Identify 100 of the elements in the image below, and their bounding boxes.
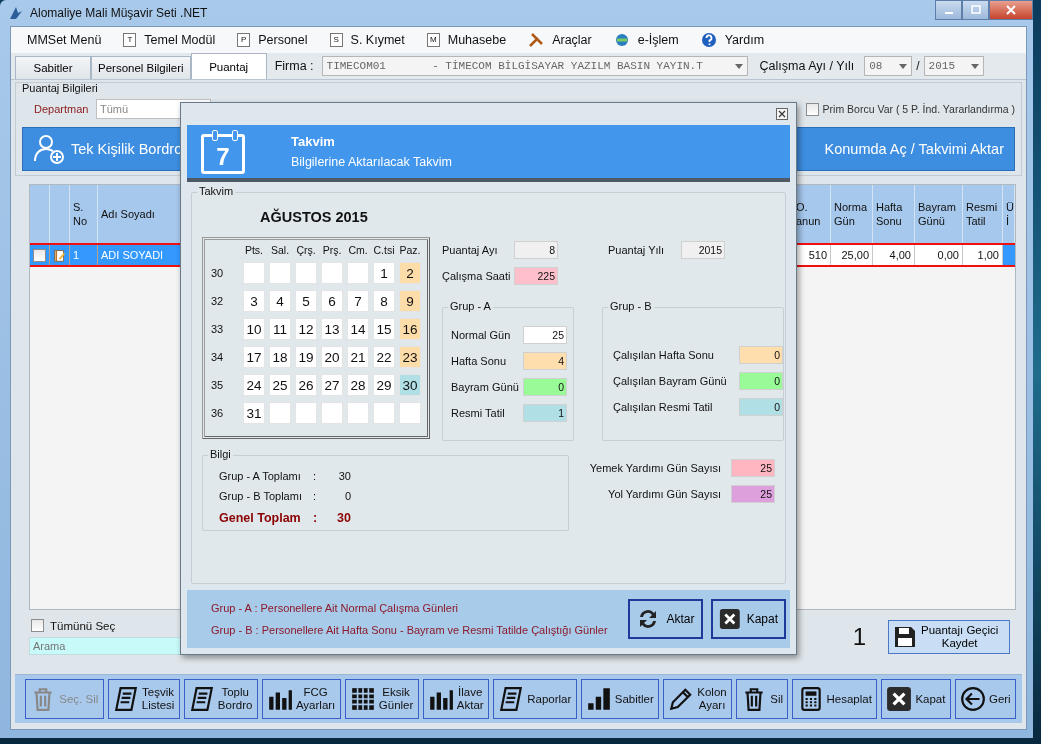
menu-item[interactable]: Personel xyxy=(258,33,308,47)
calendar-day[interactable]: 9 xyxy=(399,290,421,313)
calendar-day[interactable]: 30 xyxy=(399,374,421,397)
minimize-button[interactable] xyxy=(935,0,962,20)
calendar-day[interactable]: 15 xyxy=(373,318,395,341)
tab[interactable]: Puantaj xyxy=(190,53,267,79)
maximize-button[interactable] xyxy=(962,0,989,20)
close-icon[interactable] xyxy=(776,107,788,120)
calendar-day[interactable]: 31 xyxy=(243,402,265,425)
value-field[interactable]: 0 xyxy=(739,372,783,391)
calendar-day[interactable]: 29 xyxy=(373,374,395,397)
calendar-day[interactable]: 11 xyxy=(269,318,291,341)
blank-day[interactable] xyxy=(347,402,369,425)
group-title: Takvim xyxy=(197,185,236,198)
toolbar-button[interactable]: Toplu Bordro xyxy=(183,679,258,719)
blank-day[interactable] xyxy=(295,262,317,285)
blank-day[interactable] xyxy=(399,402,421,425)
tab[interactable]: Sabitler xyxy=(15,56,91,79)
menu-item[interactable]: Muhasebe xyxy=(447,33,507,47)
calendar-day[interactable]: 21 xyxy=(347,346,369,369)
calendar-day[interactable]: 14 xyxy=(347,318,369,341)
separator-text: / xyxy=(916,59,920,73)
calendar-day[interactable]: 7 xyxy=(347,290,369,313)
prim-label: Prim Borcu Var ( 5 P. İnd. Yararlandırma ) xyxy=(822,103,1015,115)
toolbar-button[interactable]: Hesaplat xyxy=(792,679,878,719)
toolbar-button[interactable]: Kapat xyxy=(881,679,951,719)
menu-item[interactable]: e-İşlem xyxy=(637,33,679,47)
blank-day[interactable] xyxy=(269,402,291,425)
value-field[interactable]: 0 xyxy=(523,378,567,397)
firma-label: Firma : xyxy=(274,59,314,73)
toolbar-button[interactable]: Geri xyxy=(954,679,1016,719)
menu-item[interactable]: Araçlar xyxy=(552,33,592,47)
toolbar-button[interactable]: Teşvik Listesi xyxy=(107,679,180,719)
dialog-button[interactable]: Kapat xyxy=(711,599,786,640)
calendar-day[interactable]: 28 xyxy=(347,374,369,397)
calendar-day[interactable]: 18 xyxy=(269,346,291,369)
notepad-icon[interactable] xyxy=(53,247,66,263)
prim-checkbox[interactable] xyxy=(805,102,819,116)
value-field[interactable]: 25 xyxy=(523,326,567,345)
toolbar-button[interactable]: FCG Ayarları xyxy=(261,679,341,719)
caret-icon xyxy=(970,63,979,69)
menu-item[interactable]: Yardım xyxy=(724,33,765,47)
value-field[interactable]: 1 xyxy=(523,404,567,423)
document-icon xyxy=(188,686,215,712)
calendar-day[interactable]: 25 xyxy=(269,374,291,397)
calendar-day[interactable]: 26 xyxy=(295,374,317,397)
value-field[interactable]: 0 xyxy=(739,398,783,417)
field-label: Çalışılan Bayram Günü xyxy=(613,375,728,388)
calendar-day[interactable]: 23 xyxy=(399,346,421,369)
calendar-day[interactable]: 24 xyxy=(243,374,265,397)
blank-day[interactable] xyxy=(373,402,395,425)
blank-day[interactable] xyxy=(243,262,265,285)
select-all-checkbox[interactable] xyxy=(31,619,44,632)
menu-item[interactable]: S. Kıymet xyxy=(350,33,405,47)
firma-combobox[interactable]: TIMECOM01 - TİMECOM BİLGİSAYAR YAZILM BASIN YAYIN.T xyxy=(321,56,748,76)
toolbar-button[interactable]: Kolon Ayarı xyxy=(663,679,732,719)
dialog-button[interactable]: Aktar xyxy=(628,599,703,640)
toolbar-button[interactable]: Eksik Günler xyxy=(344,679,419,719)
toolbar-button[interactable]: Raporlar xyxy=(492,679,577,719)
calendar-day[interactable]: 16 xyxy=(399,318,421,341)
value-field[interactable]: 25 xyxy=(731,459,775,478)
calendar-day[interactable]: 1 xyxy=(373,262,395,285)
toolbar-button[interactable]: Sil xyxy=(735,679,789,719)
calendar-day[interactable]: 27 xyxy=(321,374,343,397)
value-field[interactable]: 25 xyxy=(731,485,775,504)
calendar-day[interactable]: 2 xyxy=(399,262,421,285)
menu-item[interactable]: Temel Modül xyxy=(144,33,216,47)
calendar-day[interactable]: 3 xyxy=(243,290,265,313)
calendar-day[interactable]: 13 xyxy=(321,318,343,341)
toolbar-button[interactable]: Sabitler xyxy=(580,679,660,719)
menu-item[interactable]: MMSet Menü xyxy=(27,33,102,47)
value-field[interactable]: 225 xyxy=(514,267,558,286)
calendar-day[interactable]: 6 xyxy=(321,290,343,313)
value-field[interactable]: 0 xyxy=(739,346,783,365)
calendar-day[interactable]: 12 xyxy=(295,318,317,341)
blank-day[interactable] xyxy=(321,262,343,285)
toolbar-button[interactable]: İlave Aktar xyxy=(422,679,489,719)
row-checkbox[interactable] xyxy=(33,248,46,262)
value-field[interactable]: 2015 xyxy=(681,241,725,260)
close-button[interactable] xyxy=(989,0,1033,20)
tab[interactable]: Personel Bilgileri xyxy=(91,56,191,79)
blank-day[interactable] xyxy=(321,402,343,425)
calendar-day[interactable]: 22 xyxy=(373,346,395,369)
value-field[interactable]: 8 xyxy=(514,241,558,260)
save-button[interactable]: Puantajı Geçici Kaydet xyxy=(888,620,1010,654)
calendar-day[interactable]: 20 xyxy=(321,346,343,369)
calendar-day[interactable]: 10 xyxy=(243,318,265,341)
calendar-day[interactable]: 5 xyxy=(295,290,317,313)
blank-day[interactable] xyxy=(269,262,291,285)
blank-day[interactable] xyxy=(295,402,317,425)
colon-text: : xyxy=(313,511,319,526)
value-field[interactable]: 4 xyxy=(523,352,567,371)
month-combobox[interactable]: 08 xyxy=(864,56,913,76)
calendar-day[interactable]: 8 xyxy=(373,290,395,313)
calendar-day[interactable]: 19 xyxy=(295,346,317,369)
calendar-day[interactable]: 4 xyxy=(269,290,291,313)
year-combobox[interactable]: 2015 xyxy=(923,56,984,76)
key-icon: S xyxy=(329,33,343,47)
blank-day[interactable] xyxy=(347,262,369,285)
calendar-day[interactable]: 17 xyxy=(243,346,265,369)
